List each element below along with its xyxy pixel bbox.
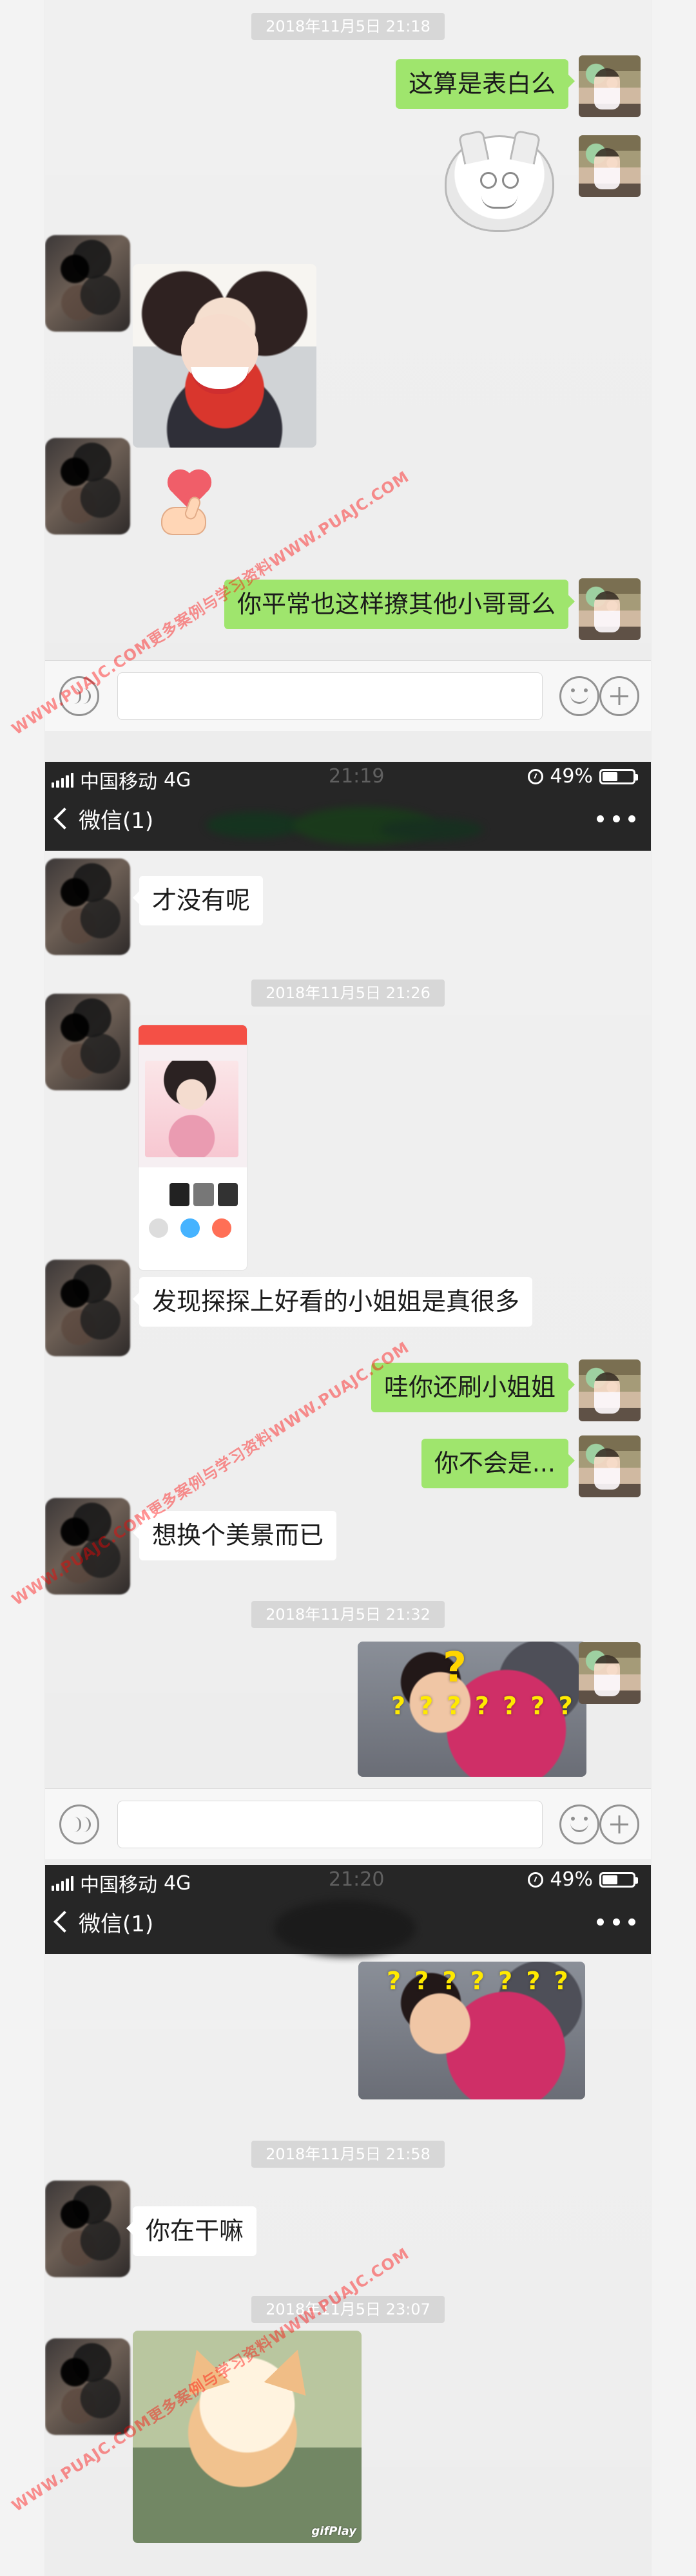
meme-sticker — [445, 135, 554, 232]
message-you-swipe-girls: 哇你还刷小姐姐 — [371, 1363, 575, 1413]
user-avatar — [579, 135, 641, 197]
screenshot-actions — [149, 1218, 231, 1238]
chat-title: 微信(1) — [79, 1911, 154, 1937]
sticker-brand: gifPlay — [311, 2524, 356, 2538]
signal-icon — [52, 772, 74, 788]
contact-avatar — [45, 1260, 130, 1356]
signal-icon — [52, 1875, 74, 1891]
meme-eye-right — [502, 172, 519, 189]
network-label: 4G — [164, 768, 191, 791]
voice-icon[interactable] — [59, 1804, 99, 1844]
message-input[interactable] — [117, 672, 543, 720]
message-what-are-you-doing: 你在干嘛 — [126, 2206, 257, 2257]
message-not-at-all: 才没有呢 — [132, 876, 264, 926]
user-avatar — [579, 578, 641, 640]
chevron-left-icon — [53, 808, 75, 829]
question-meme-image: ? ? ? ? ? ? ? — [358, 1962, 585, 2099]
carrier-label: 中国移动 — [80, 771, 157, 793]
chevron-left-icon — [53, 1911, 75, 1933]
user-avatar — [579, 1642, 641, 1704]
question-meme-image: ? ? ? ? ? ? ? ? — [358, 1642, 586, 1777]
more-icon[interactable] — [597, 1909, 635, 1935]
message-found-many-girls: 发现探探上好看的小姐姐是真很多 — [132, 1277, 533, 1327]
alarm-icon — [528, 768, 544, 784]
chat-nav-bar: 微信(1) — [45, 794, 651, 851]
blurred-header-mark — [274, 1900, 416, 1956]
heart-hand-sticker — [148, 473, 226, 544]
meme-eye-left — [480, 172, 497, 189]
message-love-question: 这算是表白么 — [395, 59, 575, 109]
hand-icon — [161, 507, 206, 535]
user-avatar — [579, 1359, 641, 1421]
status-time: 21:19 — [329, 765, 385, 788]
network-label: 4G — [164, 1871, 191, 1895]
back-button[interactable]: 微信(1) — [50, 800, 153, 837]
blurred-header-mark — [206, 812, 303, 838]
message-flirt-question: 你平常也这样撩其他小哥哥么 — [224, 580, 575, 630]
user-avatar — [579, 55, 641, 117]
meme-mouth — [481, 195, 517, 209]
contact-avatar — [45, 235, 130, 332]
status-left: 中国移动 4G — [52, 1869, 191, 1897]
plus-icon[interactable] — [599, 676, 639, 716]
question-overlay: ? ? ? ? ? ? ? — [391, 1692, 575, 1720]
emoji-icon[interactable] — [559, 1804, 599, 1844]
status-bar: 中国移动 4G 21:19 49% — [45, 762, 651, 794]
girl-photo-sticker — [133, 264, 316, 448]
app-screenshot-image — [138, 1025, 247, 1271]
timestamp-1: 2018年11月5日 21:26 — [251, 980, 445, 1007]
chat-segment-two: 中国移动 4G 21:19 49% 微信(1) 才没有呢 2018年11月5日 … — [45, 762, 651, 1863]
big-question-mark: ? — [443, 1644, 470, 1692]
plus-icon[interactable] — [599, 1804, 639, 1844]
timestamp-3: 2018年11月5日 21:58 — [251, 2141, 445, 2168]
timestamp-0: 2018年11月5日 21:18 — [251, 13, 445, 40]
screenshot-thumbs — [169, 1183, 238, 1206]
contact-avatar — [45, 2338, 130, 2435]
back-button[interactable]: 微信(1) — [50, 1904, 153, 1940]
screenshot-portrait — [145, 1061, 238, 1157]
question-overlay: ? ? ? ? ? ? ? — [387, 1967, 571, 1995]
contact-avatar — [45, 858, 130, 955]
message-input[interactable] — [117, 1801, 543, 1848]
status-time: 21:20 — [329, 1868, 385, 1891]
contact-avatar — [45, 438, 130, 535]
alarm-icon — [528, 1871, 544, 1888]
contact-avatar — [45, 2181, 130, 2277]
battery-icon — [599, 768, 638, 784]
battery-icon — [599, 1871, 638, 1888]
battery-percent: 49% — [550, 1868, 593, 1891]
emoji-icon[interactable] — [559, 676, 599, 716]
chat-input-bar — [45, 1788, 651, 1859]
status-right: 49% — [528, 1868, 638, 1891]
chat-screenshot-page: 2018年11月5日 21:18 这算是表白么 你平常也这样撩其他小哥哥么 中国… — [0, 0, 696, 2576]
chat-title: 微信(1) — [79, 808, 154, 834]
status-bar: 中国移动 4G 21:20 49% — [45, 1865, 651, 1897]
timestamp-2: 2018年11月5日 21:32 — [251, 1601, 445, 1628]
message-wont-be: 你不会是... — [421, 1439, 575, 1489]
battery-percent: 49% — [550, 765, 593, 788]
chat-nav-bar: 微信(1) — [45, 1897, 651, 1956]
carrier-label: 中国移动 — [80, 1874, 157, 1897]
blurred-header-mark — [380, 819, 483, 840]
more-icon[interactable] — [597, 806, 635, 831]
message-change-scenery: 想换个美景而已 — [132, 1511, 337, 1561]
status-left: 中国移动 4G — [52, 766, 191, 794]
contact-avatar — [45, 994, 130, 1090]
status-right: 49% — [528, 765, 638, 788]
chat-input-bar — [45, 660, 651, 731]
user-avatar — [579, 1435, 641, 1497]
chat-segment-three: 中国移动 4G 21:20 49% 微信(1) ? ? ? ? ? ? ? 20… — [45, 1865, 651, 2576]
